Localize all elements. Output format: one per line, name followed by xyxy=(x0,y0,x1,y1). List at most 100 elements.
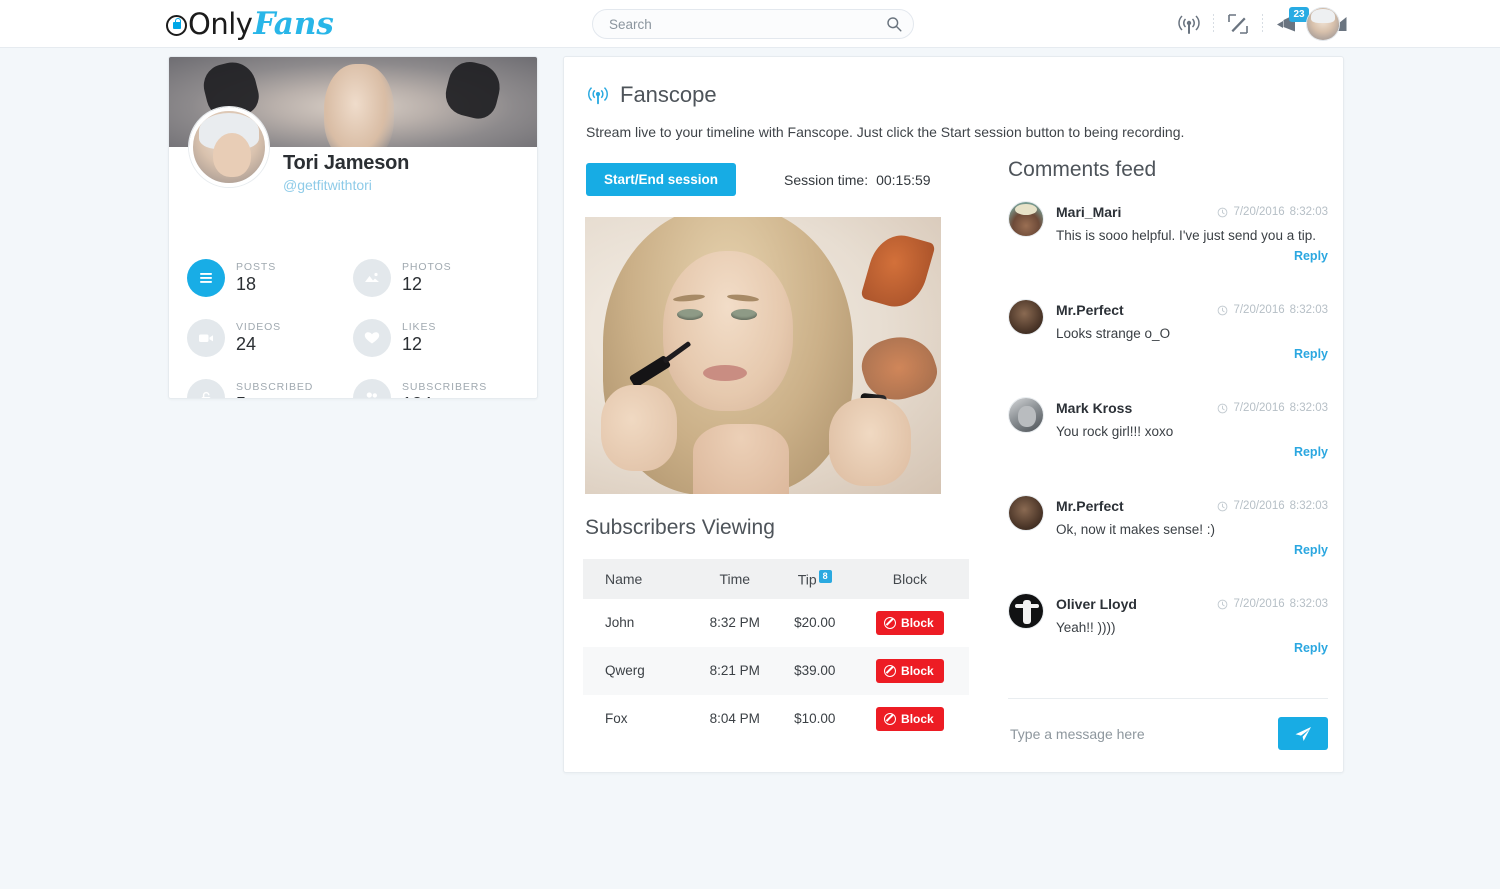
table-row: Qwerg 8:21 PM $39.00 Block xyxy=(583,646,969,695)
fanscope-broadcast-icon[interactable] xyxy=(1165,0,1213,48)
column-header-tip-label: Tip xyxy=(797,571,817,588)
stat-label: VIDEOS xyxy=(236,321,282,333)
profile-card: Tori Jameson @getfitwithtori POSTS 18 PH… xyxy=(168,56,538,399)
send-paper-plane-icon xyxy=(1295,726,1311,741)
comment-author[interactable]: Mr.Perfect xyxy=(1056,302,1124,318)
comment-text: This is sooo helpful. I've just send you… xyxy=(1056,228,1316,243)
notifications-megaphone-icon[interactable]: 23 xyxy=(1263,0,1311,48)
comment-date: 7/20/2016 xyxy=(1233,500,1285,512)
comment-avatar[interactable] xyxy=(1008,397,1044,433)
comment-avatar[interactable] xyxy=(1008,299,1044,335)
profile-handle[interactable]: @getfitwithtori xyxy=(283,177,372,193)
table-row: Fox 8:04 PM $10.00 Block xyxy=(583,695,969,743)
column-header-block[interactable]: Block xyxy=(850,559,969,599)
column-header-tip[interactable]: Tip 8 xyxy=(778,559,851,599)
stat-subscribed[interactable]: SUBSCRIBED 5 xyxy=(187,379,353,398)
session-time: Session time: 00:15:59 xyxy=(784,172,931,188)
block-button[interactable]: Block xyxy=(876,706,944,731)
stat-videos[interactable]: VIDEOS 24 xyxy=(187,319,353,357)
session-time-value: 00:15:59 xyxy=(876,171,931,188)
stat-likes[interactable]: LIKES 12 xyxy=(353,319,519,357)
comment-text: Looks strange o_O xyxy=(1056,326,1171,341)
search-container xyxy=(592,9,914,39)
comment-avatar[interactable] xyxy=(1008,495,1044,531)
stat-subscribers[interactable]: SUBSCRIBERS 124 xyxy=(353,379,519,398)
comment-author[interactable]: Mari_Mari xyxy=(1056,204,1121,220)
stat-posts[interactable]: POSTS 18 xyxy=(187,259,353,297)
search-input[interactable] xyxy=(592,9,914,39)
compose-post-icon[interactable] xyxy=(1214,0,1262,48)
send-message-button[interactable] xyxy=(1278,717,1328,750)
reply-link[interactable]: Reply xyxy=(1294,347,1328,361)
broadcast-icon xyxy=(588,87,608,105)
comment-timestamp: 7/20/2016 8:32:03 xyxy=(1217,598,1328,610)
profile-avatar[interactable] xyxy=(189,107,269,187)
comment-date: 7/20/2016 xyxy=(1233,402,1285,414)
block-button[interactable]: Block xyxy=(876,658,944,683)
stat-value: 5 xyxy=(236,394,313,398)
comment-text: Ok, now it makes sense! :) xyxy=(1056,522,1216,537)
comment-avatar[interactable] xyxy=(1008,201,1044,237)
table-row: John 8:32 PM $20.00 Block xyxy=(583,599,969,647)
comment-item: Mari_Mari 7/20/2016 8:32:03 This is sooo… xyxy=(1008,201,1328,277)
cell-block: Block xyxy=(851,695,969,743)
column-header-name[interactable]: Name xyxy=(583,559,691,599)
comment-timestamp: 7/20/2016 8:32:03 xyxy=(1217,206,1328,218)
block-button-label: Block xyxy=(901,711,934,726)
block-button-label: Block xyxy=(901,663,934,678)
comment-item: Mr.Perfect 7/20/2016 8:32:03 Ok, now it … xyxy=(1008,495,1328,571)
profile-stats-grid: POSTS 18 PHOTOS 12 VIDEOS 24 LIKES 12 SU… xyxy=(169,259,537,398)
live-stream-preview[interactable] xyxy=(585,217,941,494)
message-composer xyxy=(1008,698,1328,750)
reply-link[interactable]: Reply xyxy=(1294,543,1328,557)
stat-value: 18 xyxy=(236,274,257,294)
comments-feed-title: Comments feed xyxy=(1008,158,1157,181)
list-icon xyxy=(187,259,225,297)
comment-time: 8:32:03 xyxy=(1289,598,1328,610)
reply-link[interactable]: Reply xyxy=(1294,445,1328,459)
user-avatar[interactable] xyxy=(1306,7,1340,41)
logo-text-only: Only xyxy=(188,7,253,41)
cell-block: Block xyxy=(851,647,969,695)
comment-item: Oliver Lloyd 7/20/2016 8:32:03 Yeah!! ))… xyxy=(1008,593,1328,669)
photo-icon xyxy=(353,259,391,297)
heart-icon xyxy=(353,319,391,357)
stat-value: 124 xyxy=(402,394,487,398)
start-end-session-button[interactable]: Start/End session xyxy=(586,163,737,196)
fanscope-header: Fanscope xyxy=(586,82,1321,108)
comment-author[interactable]: Oliver Lloyd xyxy=(1056,596,1137,612)
comment-date: 7/20/2016 xyxy=(1233,598,1285,610)
ban-icon xyxy=(884,712,897,725)
stat-label: PHOTOS xyxy=(402,261,452,273)
cell-time: 8:04 PM xyxy=(709,711,760,727)
reply-link[interactable]: Reply xyxy=(1294,641,1328,655)
column-header-time[interactable]: Time xyxy=(690,559,779,599)
comment-timestamp: 7/20/2016 8:32:03 xyxy=(1217,304,1328,316)
reply-link[interactable]: Reply xyxy=(1294,249,1328,263)
block-button[interactable]: Block xyxy=(876,610,944,635)
comment-text: Yeah!! )))) xyxy=(1056,620,1116,635)
clock-icon xyxy=(1218,207,1228,217)
users-icon xyxy=(353,379,391,398)
fanscope-title-text: Fanscope xyxy=(620,82,717,107)
comment-text: You rock girl!!! xoxo xyxy=(1056,424,1174,439)
comment-time: 8:32:03 xyxy=(1289,500,1328,512)
stat-value: 12 xyxy=(402,334,423,354)
lock-icon xyxy=(166,14,187,36)
clock-icon xyxy=(1218,599,1228,609)
comment-time: 8:32:03 xyxy=(1289,206,1328,218)
stat-photos[interactable]: PHOTOS 12 xyxy=(353,259,519,297)
clock-icon xyxy=(1218,305,1228,315)
search-icon[interactable] xyxy=(886,16,902,32)
cell-time: 8:32 PM xyxy=(709,615,760,631)
comment-avatar[interactable] xyxy=(1008,593,1044,629)
top-navigation-bar: Only Fans 23 xyxy=(0,0,1500,48)
onlyfans-logo[interactable]: Only Fans xyxy=(166,7,334,41)
stat-label: LIKES xyxy=(402,321,437,333)
cell-tip: $39.00 xyxy=(794,663,836,679)
video-icon xyxy=(187,319,225,357)
comment-author[interactable]: Mark Kross xyxy=(1056,400,1132,416)
clock-icon xyxy=(1218,501,1228,511)
comment-author[interactable]: Mr.Perfect xyxy=(1056,498,1124,514)
message-input[interactable] xyxy=(1008,724,1258,743)
